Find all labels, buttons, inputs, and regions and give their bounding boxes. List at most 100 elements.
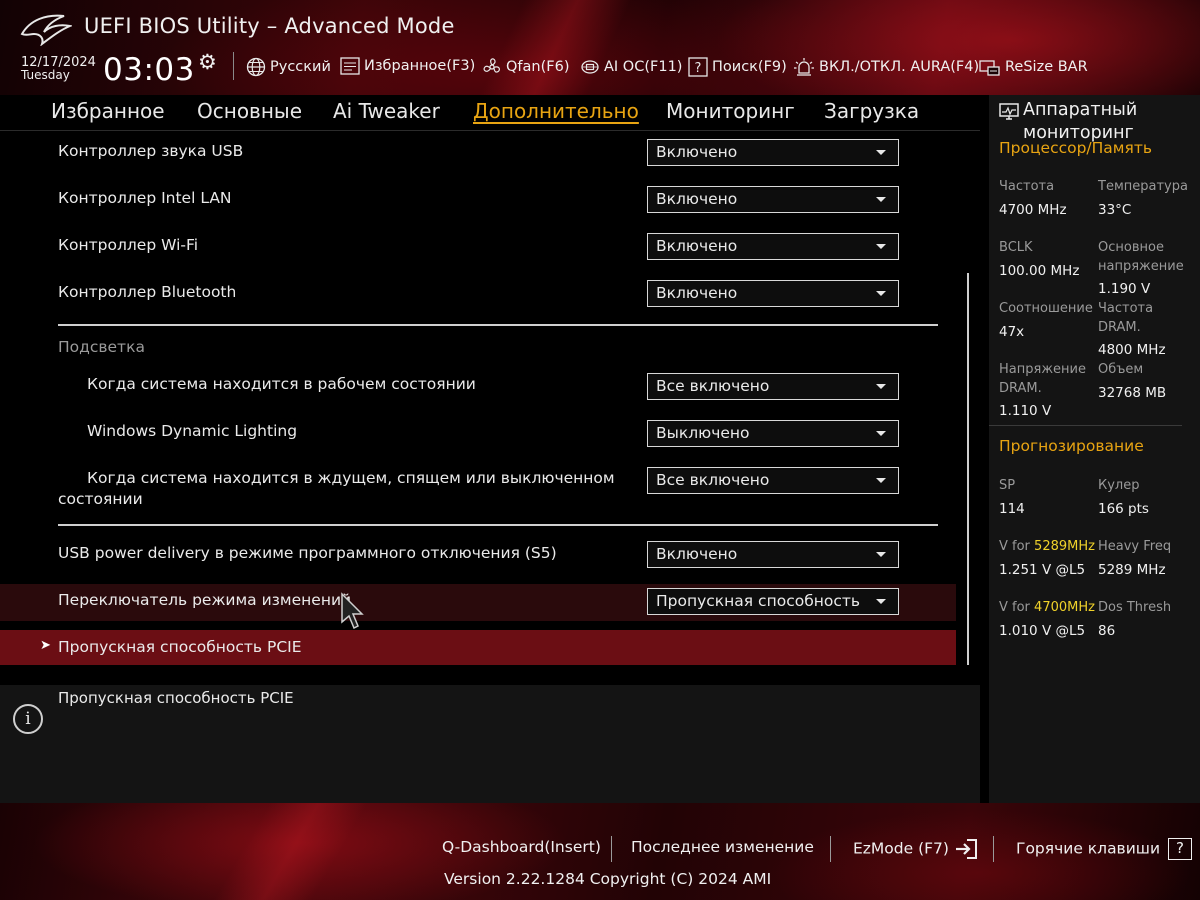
usb-power-s5-dropdown[interactable]: Включено xyxy=(647,541,899,568)
cooler-value: 166 pts xyxy=(1098,501,1149,517)
dram-voltage-label-2: DRAM. xyxy=(999,381,1042,396)
intel-lan-dropdown[interactable]: Включено xyxy=(647,186,899,213)
cpu-temperature-value: 33°C xyxy=(1098,202,1132,218)
tab-main[interactable]: Основные xyxy=(197,99,302,123)
lighting-section-heading: Подсветка xyxy=(58,338,145,356)
chevron-down-icon xyxy=(876,384,886,389)
working-state-label: Когда система находится в рабочем состоя… xyxy=(87,375,476,393)
pcie-bandwidth-submenu[interactable]: ➤ Пропускная способность PCIE xyxy=(0,630,956,665)
wifi-dropdown[interactable]: Включено xyxy=(647,233,899,260)
section-divider xyxy=(58,524,938,526)
dynamic-lighting-dropdown[interactable]: Выключено xyxy=(647,420,899,447)
tab-boot[interactable]: Загрузка xyxy=(824,99,919,123)
resize-bar-button[interactable]: ReSize BAR xyxy=(979,57,1088,77)
mode-switch-dropdown[interactable]: Пропускная способность PCIE xyxy=(647,588,899,615)
core-voltage-label-1: Основное xyxy=(1098,240,1164,255)
ezmode-button[interactable]: EzMode (F7) xyxy=(853,838,978,860)
aura-label: ВКЛ./ОТКЛ. AURA(F4) xyxy=(819,59,980,75)
cpu-frequency-value: 4700 MHz xyxy=(999,202,1067,218)
qfan-button[interactable]: Qfan(F6) xyxy=(482,57,569,77)
v-for-prefix: V for xyxy=(999,600,1035,615)
working-state-value: Все включено xyxy=(656,377,770,395)
favorites-button[interactable]: Избранное(F3) xyxy=(340,57,475,75)
v-for-base-value: 1.010 V @L5 xyxy=(999,623,1086,639)
bluetooth-value: Включено xyxy=(656,284,738,302)
clock[interactable]: 03:03 xyxy=(103,52,195,88)
resize-bar-icon xyxy=(979,60,1000,76)
favorites-list-icon xyxy=(340,57,360,75)
bclk-value: 100.00 MHz xyxy=(999,263,1080,279)
bluetooth-dropdown[interactable]: Включено xyxy=(647,280,899,307)
settings-scrollbar[interactable] xyxy=(967,273,969,665)
sp-label: SP xyxy=(999,478,1016,493)
monitor-divider xyxy=(989,425,1182,426)
chevron-right-icon: ➤ xyxy=(40,638,51,653)
last-change-button[interactable]: Последнее изменение xyxy=(631,838,814,856)
search-button[interactable]: ? Поиск(F9) xyxy=(688,57,787,77)
dram-frequency-label-1: Частота xyxy=(1098,301,1154,316)
settings-panel: Контроллер звука USB Включено Контроллер… xyxy=(0,130,980,677)
chevron-down-icon xyxy=(876,552,886,557)
top-banner: UEFI BIOS Utility – Advanced Mode 12/17/… xyxy=(0,0,1200,95)
intel-lan-label: Контроллер Intel LAN xyxy=(58,189,232,207)
hotkeys-button[interactable]: Горячие клавиши ? xyxy=(1016,838,1192,860)
wifi-value: Включено xyxy=(656,237,738,255)
v-for-heavy-label: V for 5289MHz xyxy=(999,537,1095,556)
gear-icon[interactable]: ⚙ xyxy=(198,50,217,74)
language-button[interactable]: Русский xyxy=(246,57,331,77)
chevron-down-icon xyxy=(876,599,886,604)
chevron-down-icon xyxy=(876,244,886,249)
pcie-bandwidth-label: Пропускная способность PCIE xyxy=(58,638,302,656)
tab-advanced[interactable]: Дополнительно xyxy=(473,99,639,123)
qfan-label: Qfan(F6) xyxy=(506,59,570,75)
dynamic-lighting-value: Выключено xyxy=(656,424,750,442)
chevron-down-icon xyxy=(876,197,886,202)
sleep-state-label-line1: Когда система находится в ждущем, спящем… xyxy=(87,469,615,487)
fan-icon xyxy=(483,58,500,73)
core-voltage-value: 1.190 V xyxy=(1098,281,1151,297)
footer-separator xyxy=(611,836,612,862)
mouse-cursor-icon xyxy=(341,592,364,630)
ai-oc-button[interactable]: AI OC(F11) xyxy=(580,57,682,77)
tab-ai-tweaker[interactable]: Ai Tweaker xyxy=(333,99,440,123)
sp-value: 114 xyxy=(999,501,1025,517)
help-panel: i Пропускная способность PCIE xyxy=(0,685,980,803)
info-icon: i xyxy=(13,704,43,734)
cooler-label: Кулер xyxy=(1098,478,1140,493)
mode-switch-value: Пропускная способность PCIE xyxy=(656,592,862,610)
dynamic-lighting-label: Windows Dynamic Lighting xyxy=(87,422,298,440)
help-search-icon: ? xyxy=(688,57,708,77)
usb-audio-value: Включено xyxy=(656,143,738,161)
q-dashboard-button[interactable]: Q-Dashboard(Insert) xyxy=(442,838,601,856)
memory-capacity-value: 32768 MB xyxy=(1098,385,1167,401)
ratio-value: 47x xyxy=(999,324,1025,340)
working-state-dropdown[interactable]: Все включено xyxy=(647,373,899,400)
usb-audio-label: Контроллер звука USB xyxy=(58,142,244,160)
tab-monitor[interactable]: Мониторинг xyxy=(666,99,795,123)
bluetooth-label: Контроллер Bluetooth xyxy=(58,283,237,301)
search-label: Поиск(F9) xyxy=(712,59,787,75)
footer-separator xyxy=(993,836,994,862)
sleep-state-dropdown[interactable]: Все включено xyxy=(647,467,899,494)
aura-button[interactable]: ВКЛ./ОТКЛ. AURA(F4) xyxy=(793,57,979,77)
footer-separator xyxy=(830,836,831,862)
usb-audio-dropdown[interactable]: Включено xyxy=(647,139,899,166)
app-title: UEFI BIOS Utility – Advanced Mode xyxy=(84,14,455,38)
panel-top-border xyxy=(0,130,980,131)
sleep-state-label-line2: состоянии xyxy=(58,490,143,508)
help-text: Пропускная способность PCIE xyxy=(58,689,294,707)
intel-lan-value: Включено xyxy=(656,190,738,208)
core-voltage-label-2: напряжение xyxy=(1098,259,1184,274)
day: Tuesday xyxy=(21,68,70,82)
v-for-base-label: V for 4700MHz xyxy=(999,598,1095,617)
v-for-prefix: V for xyxy=(999,539,1035,554)
ezmode-label: EzMode (F7) xyxy=(853,839,949,858)
header-separator xyxy=(233,52,234,80)
cpu-frequency-label: Частота xyxy=(999,179,1055,194)
bclk-label: BCLK xyxy=(999,240,1033,255)
globe-icon xyxy=(246,57,266,77)
sleep-state-value: Все включено xyxy=(656,471,770,489)
favorites-label: Избранное(F3) xyxy=(364,58,476,74)
tab-favorites[interactable]: Избранное xyxy=(51,99,165,123)
dos-thresh-value: 86 xyxy=(1098,623,1116,639)
